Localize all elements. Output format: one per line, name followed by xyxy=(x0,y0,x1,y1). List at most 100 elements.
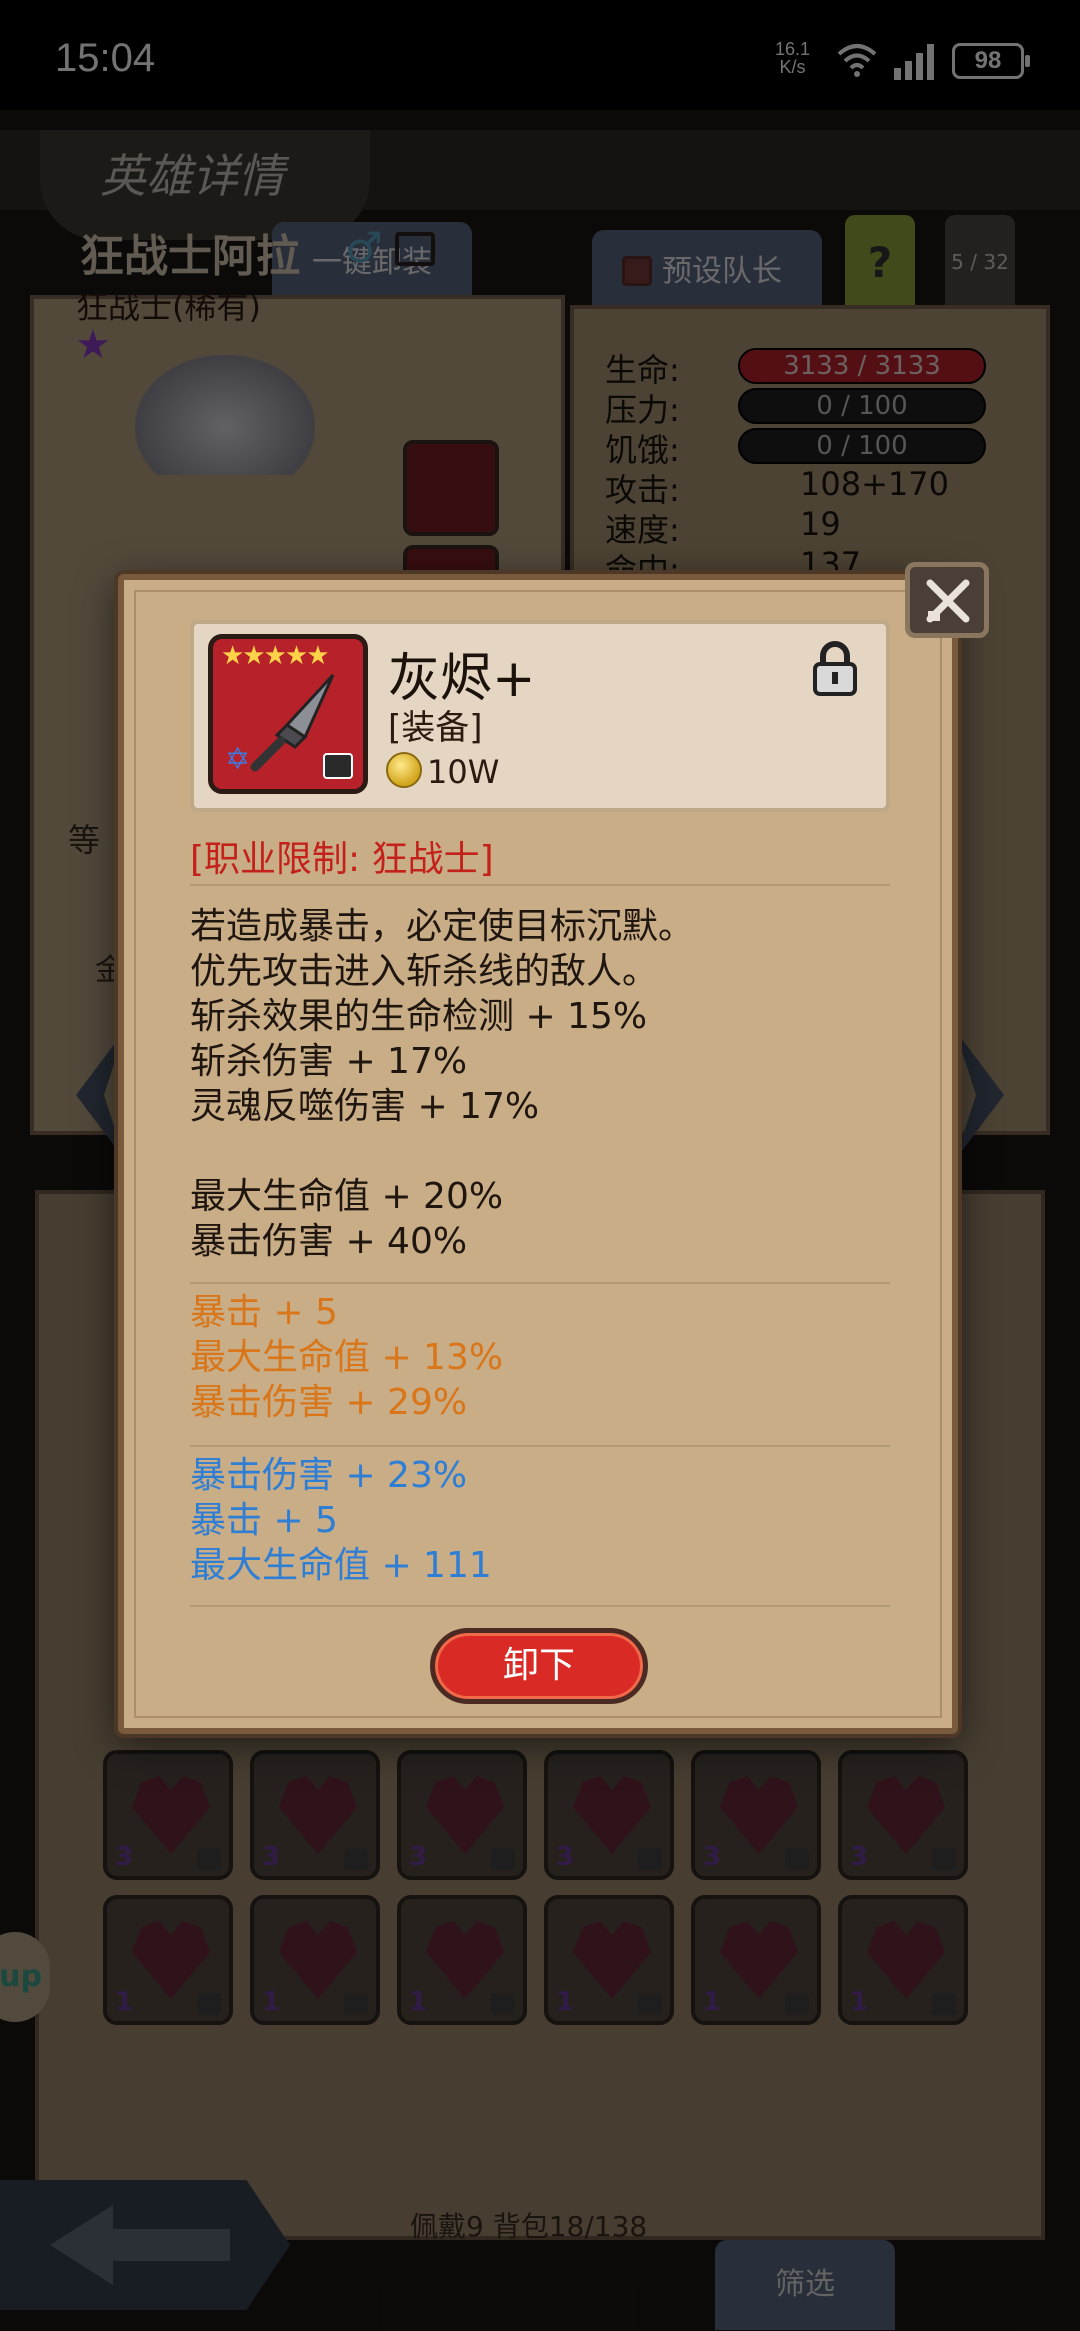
inventory-slot[interactable]: 1 xyxy=(250,1895,380,2025)
inventory-grid: 3 3 3 3 3 3 1 1 1 1 1 1 xyxy=(103,1750,968,2025)
divider xyxy=(190,1282,890,1284)
divider xyxy=(190,1605,890,1607)
effect-line: 若造成暴击，必定使目标沉默。 xyxy=(190,906,695,947)
coin-icon xyxy=(386,752,422,788)
item-effects: 若造成暴击，必定使目标沉默。 优先攻击进入斩杀线的敌人。 斩杀效果的生命检测 +… xyxy=(190,904,694,1129)
heart-gem-icon xyxy=(279,1776,357,1854)
class-restriction: [职业限制: 狂战士] xyxy=(190,839,494,880)
stat-line: 最大生命值 + 13% xyxy=(190,1337,504,1378)
item-price: 10W xyxy=(427,753,500,791)
inventory-slot[interactable]: 3 xyxy=(838,1750,968,1880)
inventory-slot[interactable]: 1 xyxy=(838,1895,968,2025)
stat-line: 暴击伤害 + 29% xyxy=(190,1382,468,1423)
item-orange-stats: 暴击 + 5 最大生命值 + 13% 暴击伤害 + 29% xyxy=(190,1290,503,1425)
stat-line: 暴击 + 5 xyxy=(190,1500,338,1541)
item-count: 1 xyxy=(115,1987,134,2017)
hexagram-icon: ✡ xyxy=(225,742,251,777)
inventory-slot[interactable]: 3 xyxy=(250,1750,380,1880)
bag-status: 佩戴9 背包18/138 xyxy=(410,2210,648,2243)
item-count: 1 xyxy=(850,1987,869,2017)
heart-gem-icon xyxy=(132,1776,210,1854)
stat-line: 最大生命值 + 20% xyxy=(190,1176,504,1217)
back-button[interactable] xyxy=(0,2180,290,2310)
heart-gem-icon xyxy=(720,1776,798,1854)
item-count: 3 xyxy=(850,1842,869,1872)
stat-line: 最大生命值 + 111 xyxy=(190,1545,492,1586)
lock-icon xyxy=(344,1993,368,2015)
preset-team-button[interactable]: 预设队长 xyxy=(592,230,822,314)
lock-icon xyxy=(491,1848,515,1870)
effect-line: 斩杀伤害 + 17% xyxy=(190,1041,468,1082)
heart-gem-icon xyxy=(132,1921,210,1999)
inventory-slot[interactable]: 1 xyxy=(103,1895,233,2025)
divider xyxy=(190,884,890,886)
status-bar: 15:04 16.1 K/s 98 xyxy=(0,0,1080,110)
item-count: 3 xyxy=(262,1842,281,1872)
stat-line: 暴击伤害 + 23% xyxy=(190,1455,468,1496)
inventory-slot[interactable]: 1 xyxy=(544,1895,674,2025)
unequip-button[interactable]: 卸下 xyxy=(430,1628,648,1704)
inventory-slot[interactable]: 1 xyxy=(397,1895,527,2025)
heart-gem-icon xyxy=(720,1921,798,1999)
back-arrow-icon xyxy=(50,2205,230,2285)
lock-icon xyxy=(785,1848,809,1870)
inventory-slot[interactable]: 1 xyxy=(691,1895,821,2025)
edit-icon[interactable] xyxy=(395,232,435,266)
heart-gem-icon xyxy=(573,1776,651,1854)
help-button[interactable]: ? xyxy=(845,215,915,310)
stat-line: 暴击伤害 + 40% xyxy=(190,1221,468,1262)
lock-icon xyxy=(932,1848,956,1870)
item-count: 3 xyxy=(556,1842,575,1872)
heart-gem-icon xyxy=(426,1776,504,1854)
hp-bar: 3133 / 3133 xyxy=(738,348,986,384)
item-count: 1 xyxy=(703,1987,722,2017)
item-count: 1 xyxy=(556,1987,575,2017)
heart-gem-icon xyxy=(867,1776,945,1854)
lock-icon xyxy=(932,1993,956,2015)
effect-line: 灵魂反噬伤害 + 17% xyxy=(190,1086,540,1127)
filter-button[interactable]: 筛选 xyxy=(715,2240,895,2330)
item-base-stats: 最大生命值 + 20% 暴击伤害 + 40% xyxy=(190,1174,503,1264)
lock-toggle-icon[interactable] xyxy=(812,640,858,696)
network-speed: 16.1 K/s xyxy=(775,39,811,77)
lock-icon xyxy=(491,1993,515,2015)
item-count: 3 xyxy=(115,1842,134,1872)
lock-icon xyxy=(638,1993,662,2015)
effect-line: 斩杀效果的生命检测 + 15% xyxy=(190,996,648,1037)
heart-gem-icon xyxy=(279,1921,357,1999)
stress-bar: 0 / 100 xyxy=(738,388,986,424)
item-type: [装备] xyxy=(388,708,483,748)
wifi-icon xyxy=(837,44,877,77)
rarity-star-icon: ★ xyxy=(75,322,111,368)
item-count: 3 xyxy=(703,1842,722,1872)
lock-icon xyxy=(785,1993,809,2015)
lock-icon xyxy=(323,753,353,779)
close-icon xyxy=(926,579,970,623)
equip-slot-weapon[interactable] xyxy=(403,440,499,536)
inventory-slot[interactable]: 3 xyxy=(397,1750,527,1880)
close-button[interactable] xyxy=(905,562,989,638)
item-icon: ★★★★★ ✡ xyxy=(208,634,368,794)
page-indicator: 5 / 32 xyxy=(945,215,1015,310)
side-pill-button[interactable]: up xyxy=(0,1932,50,2022)
inventory-slot[interactable]: 3 xyxy=(691,1750,821,1880)
hero-name: 狂战士阿拉 xyxy=(80,231,300,282)
item-count: 1 xyxy=(262,1987,281,2017)
divider xyxy=(190,1445,890,1447)
heart-gem-icon xyxy=(426,1921,504,1999)
item-blue-stats: 暴击伤害 + 23% 暴击 + 5 最大生命值 + 111 xyxy=(190,1453,492,1588)
checkbox[interactable] xyxy=(622,256,652,286)
page-title: 英雄详情 xyxy=(100,149,284,203)
heart-gem-icon xyxy=(573,1921,651,1999)
stat-line: 暴击 + 5 xyxy=(190,1292,338,1333)
lock-icon xyxy=(638,1848,662,1870)
stat-value-speed: 19 xyxy=(800,505,841,543)
effect-line: 优先攻击进入斩杀线的敌人。 xyxy=(190,951,659,992)
inventory-slot[interactable]: 3 xyxy=(544,1750,674,1880)
signal-icon xyxy=(894,44,934,80)
lock-icon xyxy=(197,1993,221,2015)
inventory-slot[interactable]: 3 xyxy=(103,1750,233,1880)
item-count: 1 xyxy=(409,1987,428,2017)
lock-icon xyxy=(197,1848,221,1870)
lock-icon xyxy=(344,1848,368,1870)
